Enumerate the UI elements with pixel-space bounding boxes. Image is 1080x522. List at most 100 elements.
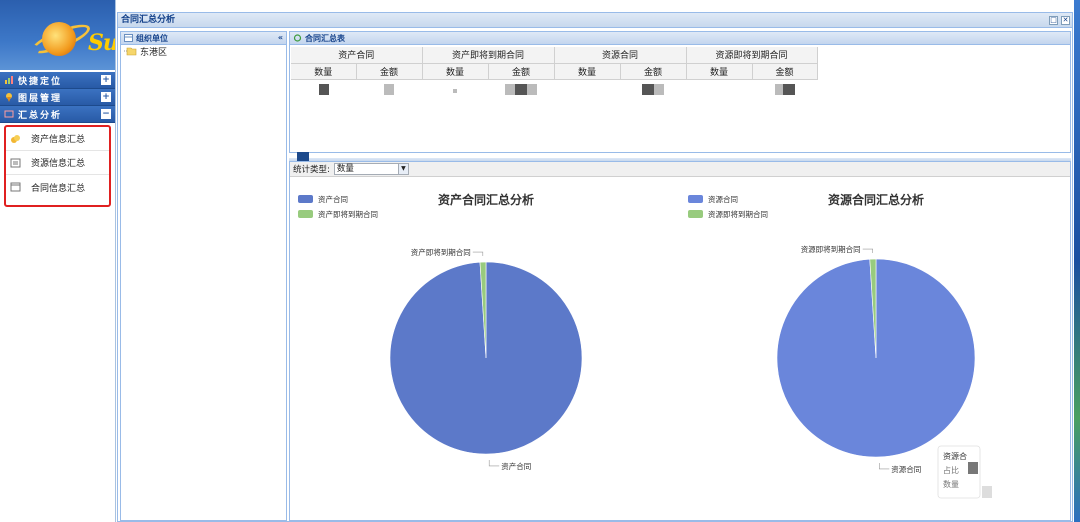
redacted-value [291,79,356,101]
redacted-value [488,79,554,101]
redacted-value [982,486,992,498]
legend-label[interactable]: 资源合同 [708,194,738,204]
column-header-amount: 金额 [752,63,818,80]
restore-icon[interactable]: □ [1049,16,1058,25]
window-titlebar: 合同汇总分析 □ ✕ [118,13,1072,28]
redacted-value [554,79,620,101]
logo-globe-icon [42,22,76,56]
menu-item-asset-summary[interactable]: 资产信息汇总 [6,127,109,151]
slice-label: 资源即将到期合同 [801,244,861,254]
stat-type-label: 统计类型: [293,165,330,175]
nav-group-label: 汇总分析 [18,110,63,121]
document-icon [10,158,21,167]
legend-swatch[interactable] [688,210,703,218]
label-leader-line [878,462,890,470]
column-header-count: 数量 [554,63,621,80]
legend-label[interactable]: 资产即将到期合同 [318,209,378,219]
table-icon [124,34,133,42]
chevron-down-icon[interactable]: ▼ [397,164,408,174]
close-icon[interactable]: ✕ [1061,16,1070,25]
expand-icon[interactable]: + [101,92,111,102]
chart-title: 资产合同汇总分析 [438,192,534,207]
chart-panel: 统计类型: 数量 ▼ 资产合同 资产即将到期合同 资产合同汇总分析 资产合同 资产即将到… [289,161,1071,521]
window-icon [10,182,21,192]
summary-panel-header: 合同汇总表 [290,32,1070,45]
nav-group-quick-locate[interactable]: 快捷定位 + [0,72,115,89]
org-unit-panel: 组织单位 « 东港区 [120,31,287,521]
charts-canvas: 资产合同资产即将到期合同资产合同汇总分析资产合同资产即将到期合同 资源合同资源即… [298,192,992,499]
menu-item-resource-summary[interactable]: 资源信息汇总 [6,151,109,175]
legend-swatch[interactable] [688,195,703,203]
contract-summary-panel: 合同汇总表 资产合同 资产即将到期合同 资源合同 资源即将到期合同 数量 金额 … [289,31,1071,153]
folder-icon [124,47,137,56]
legend-swatch[interactable] [298,210,313,218]
summary-submenu: 资产信息汇总 资源信息汇总 合同信息汇总 [4,125,111,207]
legend-label[interactable]: 资源即将到期合同 [708,209,768,219]
slice-label: 资产合同 [501,461,531,471]
column-header-count: 数量 [686,63,753,80]
contract-analysis-window: 合同汇总分析 □ ✕ 组织单位 « 东港区 合同汇总表 资产合同 资产即将到期合… [117,12,1073,522]
redacted-value [686,79,752,101]
column-group-header: 资源合同 [554,47,687,64]
nav-group-label: 图层管理 [18,93,63,104]
resource-pie-chart: 资源合同资源即将到期合同资源合同汇总分析资源合同资源即将到期合同资源合占比数量 [688,192,992,499]
slice-label: 资产即将到期合同 [411,247,471,257]
tree-node[interactable]: 东港区 [121,45,286,58]
splitter-handle[interactable] [297,152,309,161]
map-pin-icon [6,93,12,102]
legend-swatch[interactable] [298,195,313,203]
org-panel-title: 组织单位 [136,33,168,43]
legend-label[interactable]: 资产合同 [318,194,348,204]
panel-splitter[interactable] [289,152,1071,161]
label-leader-line [862,248,874,254]
column-group-header: 资产即将到期合同 [422,47,555,64]
nav-group-label: 快捷定位 [18,76,63,87]
collapse-left-icon[interactable]: « [278,34,283,42]
column-header-amount: 金额 [488,63,555,80]
left-navigation: Su 快捷定位 + 图层管理 + 汇总分析 − 资产信息汇总 资源信息汇总 合同… [0,0,116,522]
slice-label: 资源合同 [891,464,921,474]
label-leader-line [472,251,484,257]
column-header-amount: 金额 [620,63,687,80]
column-header-amount: 金额 [356,63,423,80]
tooltip-text: 数量 [943,479,959,489]
nav-group-layer-management[interactable]: 图层管理 + [0,89,115,106]
tree-node-label: 东港区 [140,48,168,58]
refresh-icon [293,34,302,42]
column-header-count: 数量 [291,63,357,80]
tooltip-text: 资源合 [943,451,967,461]
label-leader-line [488,459,500,467]
menu-item-label: 资源信息汇总 [31,159,86,169]
redacted-value [620,79,686,101]
menu-item-label: 合同信息汇总 [31,183,86,194]
app-logo: Su [0,0,115,70]
analysis-icon [4,110,14,118]
desktop-edge [1074,0,1080,522]
redacted-value [422,79,488,101]
chart-title: 资源合同汇总分析 [828,192,924,207]
table-row [291,79,817,101]
stat-type-select[interactable]: 数量 ▼ [333,163,409,175]
redacted-value [356,79,422,101]
window-title: 合同汇总分析 [121,15,176,25]
summary-panel-title: 合同汇总表 [305,33,345,43]
menu-item-contract-summary[interactable]: 合同信息汇总 [6,175,109,199]
coins-icon [11,134,20,143]
tooltip-text: 占比 [943,465,959,475]
nav-group-summary-analysis[interactable]: 汇总分析 − [0,106,115,123]
menu-item-label: 资产信息汇总 [31,135,86,145]
column-header-count: 数量 [422,63,489,80]
org-panel-header: 组织单位 « [121,32,286,45]
collapse-icon[interactable]: − [101,109,111,119]
column-group-header: 资产合同 [291,47,423,64]
column-group-header: 资源即将到期合同 [686,47,818,64]
summary-table: 资产合同 资产即将到期合同 资源合同 资源即将到期合同 数量 金额 数量 金额 … [291,47,818,101]
stat-type-value: 数量 [336,164,354,174]
logo-text: Su [88,30,115,56]
chart-toolbar: 统计类型: 数量 ▼ [290,162,1070,177]
redacted-value [752,79,817,101]
expand-icon[interactable]: + [101,75,111,85]
redacted-value [968,462,978,474]
asset-pie-chart: 资产合同资产即将到期合同资产合同汇总分析资产合同资产即将到期合同 [298,192,583,471]
chart-bars-icon [5,76,13,84]
